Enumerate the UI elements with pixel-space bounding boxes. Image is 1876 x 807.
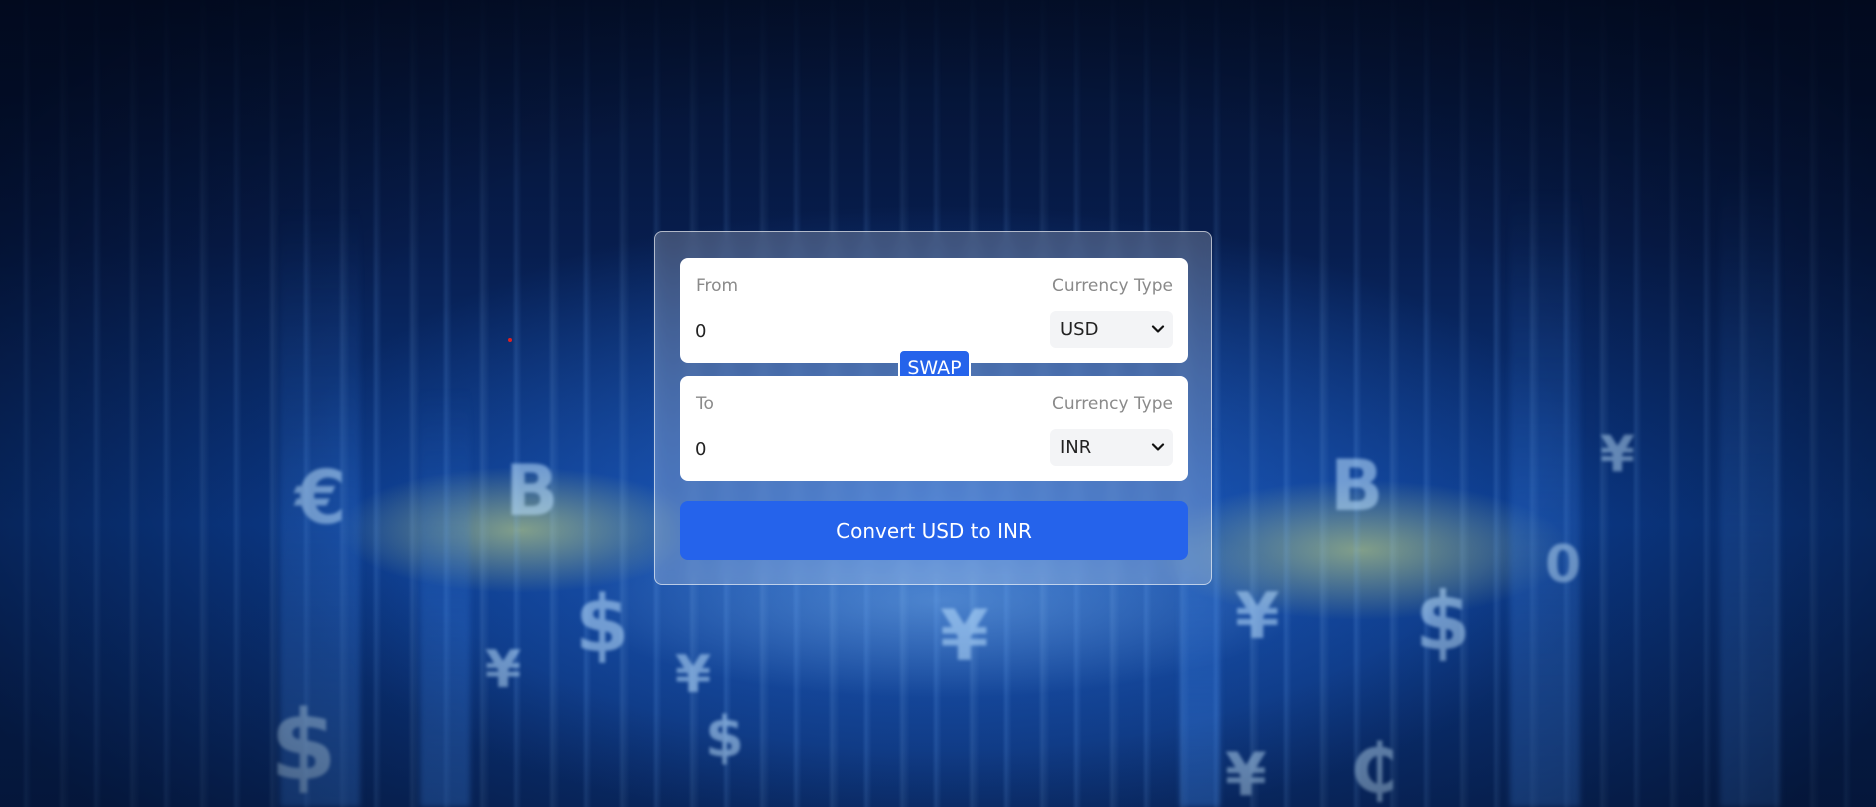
from-currency-select[interactable]: USD <box>1050 311 1173 348</box>
chevron-down-icon <box>1151 325 1165 333</box>
to-amount-input[interactable] <box>695 434 995 464</box>
from-currency-type-label: Currency Type <box>1051 276 1173 296</box>
to-field-box: To Currency Type INR <box>680 376 1188 481</box>
chevron-down-icon <box>1151 443 1165 451</box>
convert-button[interactable]: Convert USD to INR <box>680 501 1188 560</box>
currency-converter-card: From Currency Type USD SWAP To Currency … <box>654 231 1212 585</box>
to-currency-value: INR <box>1060 437 1092 458</box>
from-currency-value: USD <box>1060 319 1099 340</box>
from-amount-input[interactable] <box>695 316 995 346</box>
from-field-box: From Currency Type USD <box>680 258 1188 363</box>
to-currency-select[interactable]: INR <box>1050 429 1173 466</box>
from-label: From <box>696 276 739 296</box>
to-currency-type-label: Currency Type <box>1051 394 1173 414</box>
cursor-dot <box>508 338 512 342</box>
to-label: To <box>696 394 714 414</box>
